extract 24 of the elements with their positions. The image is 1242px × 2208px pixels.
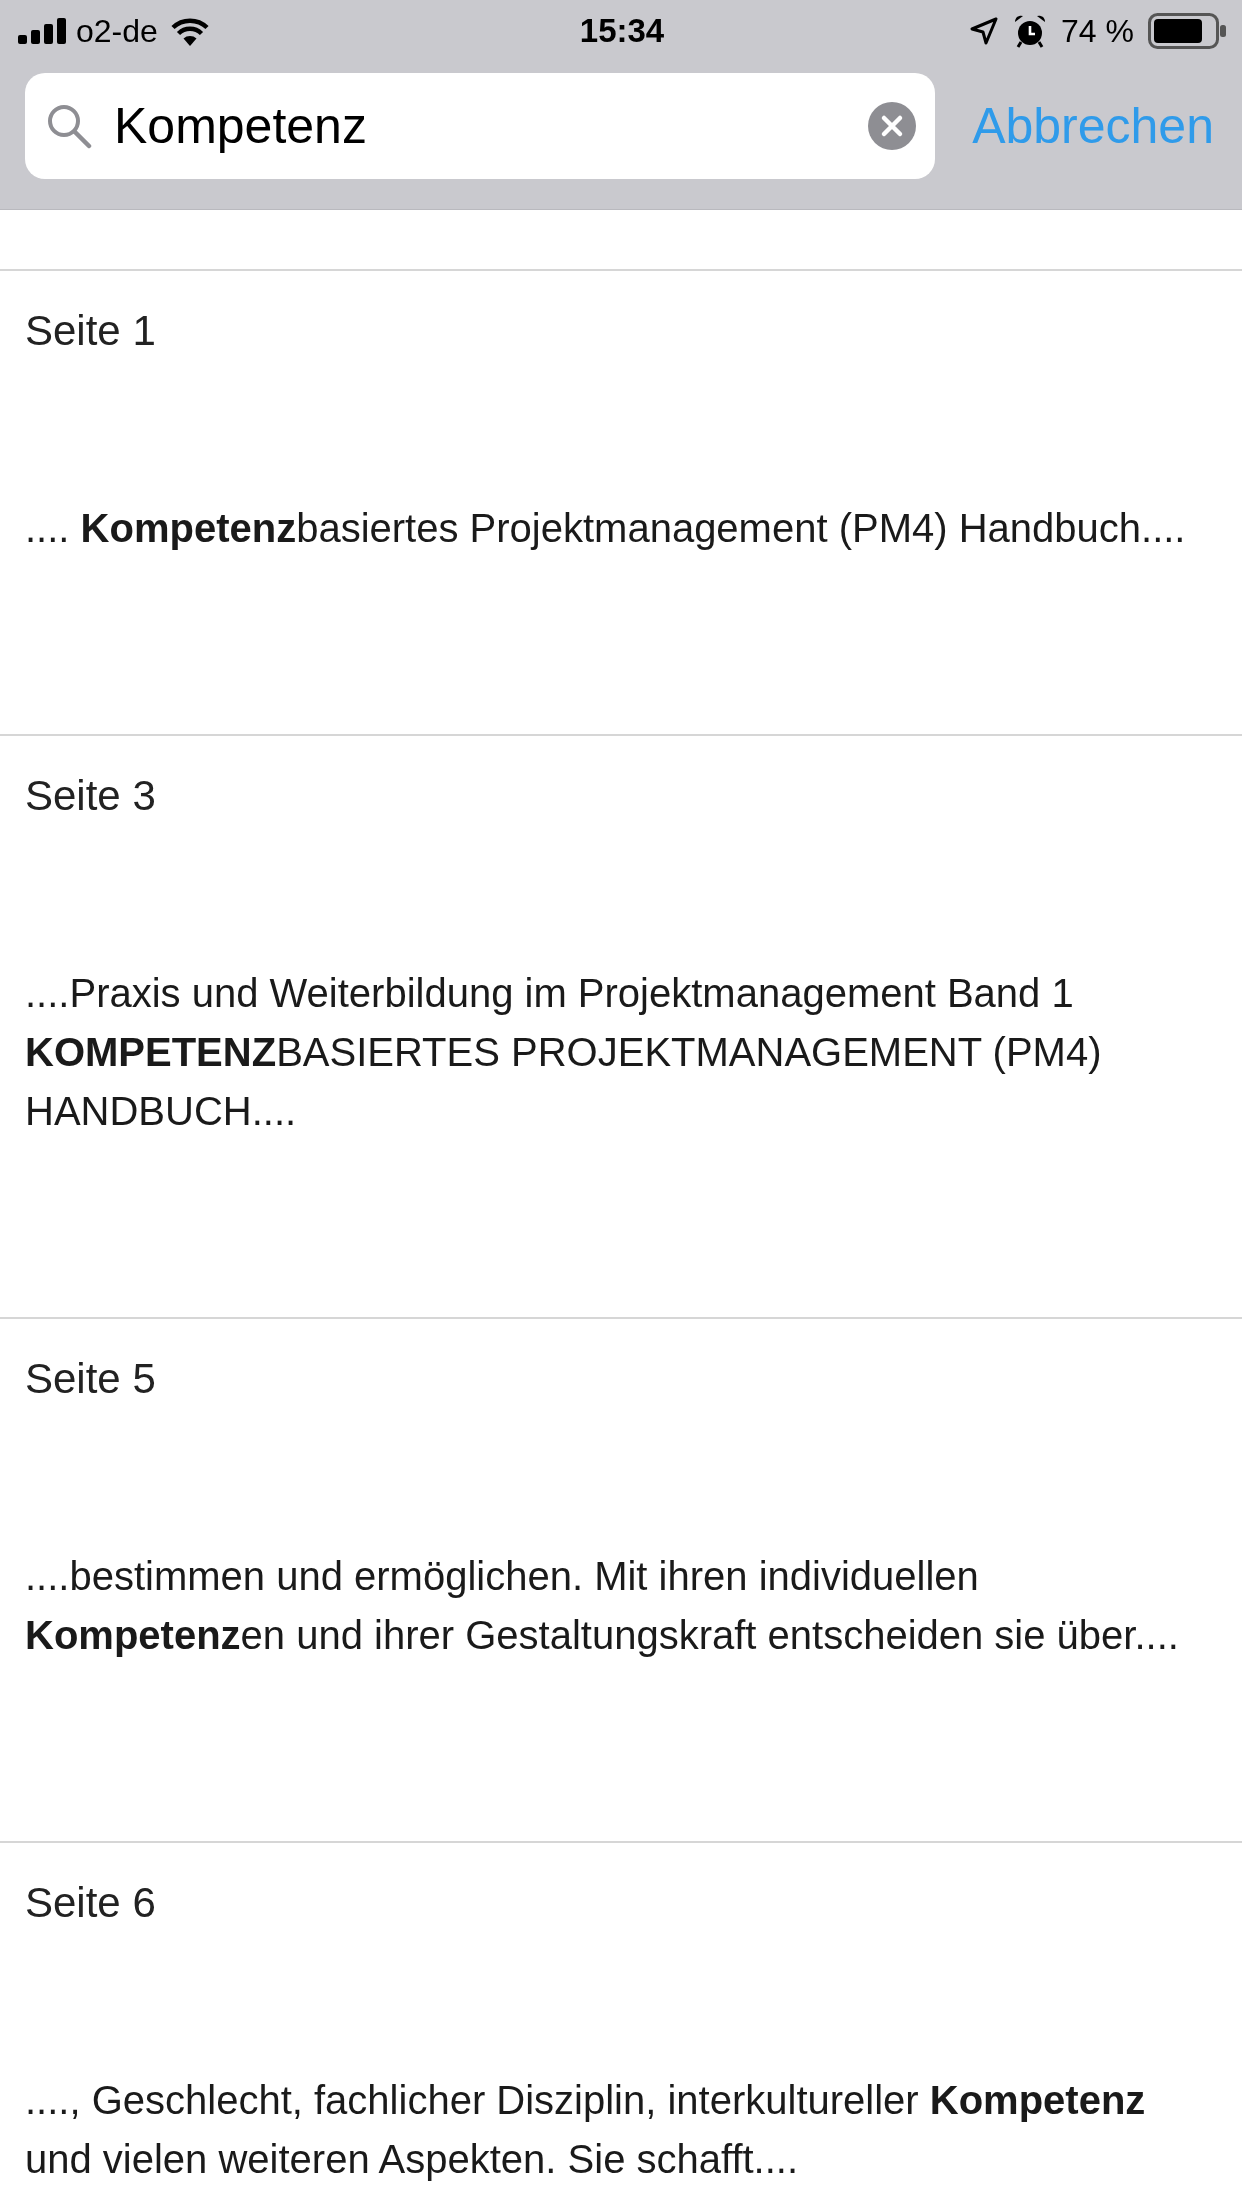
result-snippet: ...., Geschlecht, fachlicher Disziplin, interkultureller Kompetenz und vielen weiteren Aspekten. Sie schafft.... bbox=[25, 2077, 1147, 2183]
search-result[interactable]: Seite 5 ....bestimmen und ermöglichen. Mit ihren individuellen Kompetenzen und ihrer Gestaltungskraft entscheiden sie über.... bbox=[0, 1317, 1242, 1841]
result-snippet: ....Praxis und Weiterbildung im Projektmanagement Band 1 KOMPETENZBASIERTES PROJEKTMANAGEMENT (PM4) HANDBUCH.... bbox=[25, 970, 1103, 1135]
clear-icon[interactable] bbox=[868, 102, 917, 150]
location-arrow-icon bbox=[969, 16, 1000, 46]
battery-icon bbox=[1148, 13, 1226, 49]
search-icon bbox=[46, 103, 92, 149]
carrier-name: o2-de bbox=[76, 12, 158, 50]
result-snippet: ....bestimmen und ermöglichen. Mit ihren individuellen Kompetenzen und ihrer Gestaltungskraft entscheiden sie über.... bbox=[25, 1553, 1180, 1659]
search-result[interactable]: Seite 3 ....Praxis und Weiterbildung im Projektmanagement Band 1 KOMPETENZBASIERTES PROJEKTMANAGEMENT (PM4) HANDBUCH.... bbox=[0, 734, 1242, 1317]
alarm-clock-icon bbox=[1013, 14, 1048, 48]
search-query: Kompetenz bbox=[114, 97, 367, 155]
page-label: Seite 6 bbox=[25, 1878, 157, 1928]
search-field[interactable]: Kompetenz bbox=[25, 73, 936, 179]
page-label: Seite 5 bbox=[25, 1354, 157, 1404]
search-result[interactable]: Seite 1 .... Kompetenzbasiertes Projektmanagement (PM4) Handbuch.... bbox=[0, 269, 1242, 734]
search-result[interactable]: Seite 6 ...., Geschlecht, fachlicher Disziplin, interkultureller Kompetenz und vielen weiteren Aspekten. Sie schafft.... bbox=[0, 1841, 1242, 2208]
page-label: Seite 1 bbox=[25, 306, 157, 356]
battery-percent: 74 % bbox=[1061, 12, 1134, 50]
page-label: Seite 3 bbox=[25, 771, 157, 821]
status-time: 15:34 bbox=[579, 12, 665, 50]
wifi-icon bbox=[169, 16, 210, 46]
signal-icon bbox=[18, 18, 68, 44]
result-snippet: .... Kompetenzbasiertes Projektmanagement (PM4) Handbuch.... bbox=[25, 505, 1187, 552]
